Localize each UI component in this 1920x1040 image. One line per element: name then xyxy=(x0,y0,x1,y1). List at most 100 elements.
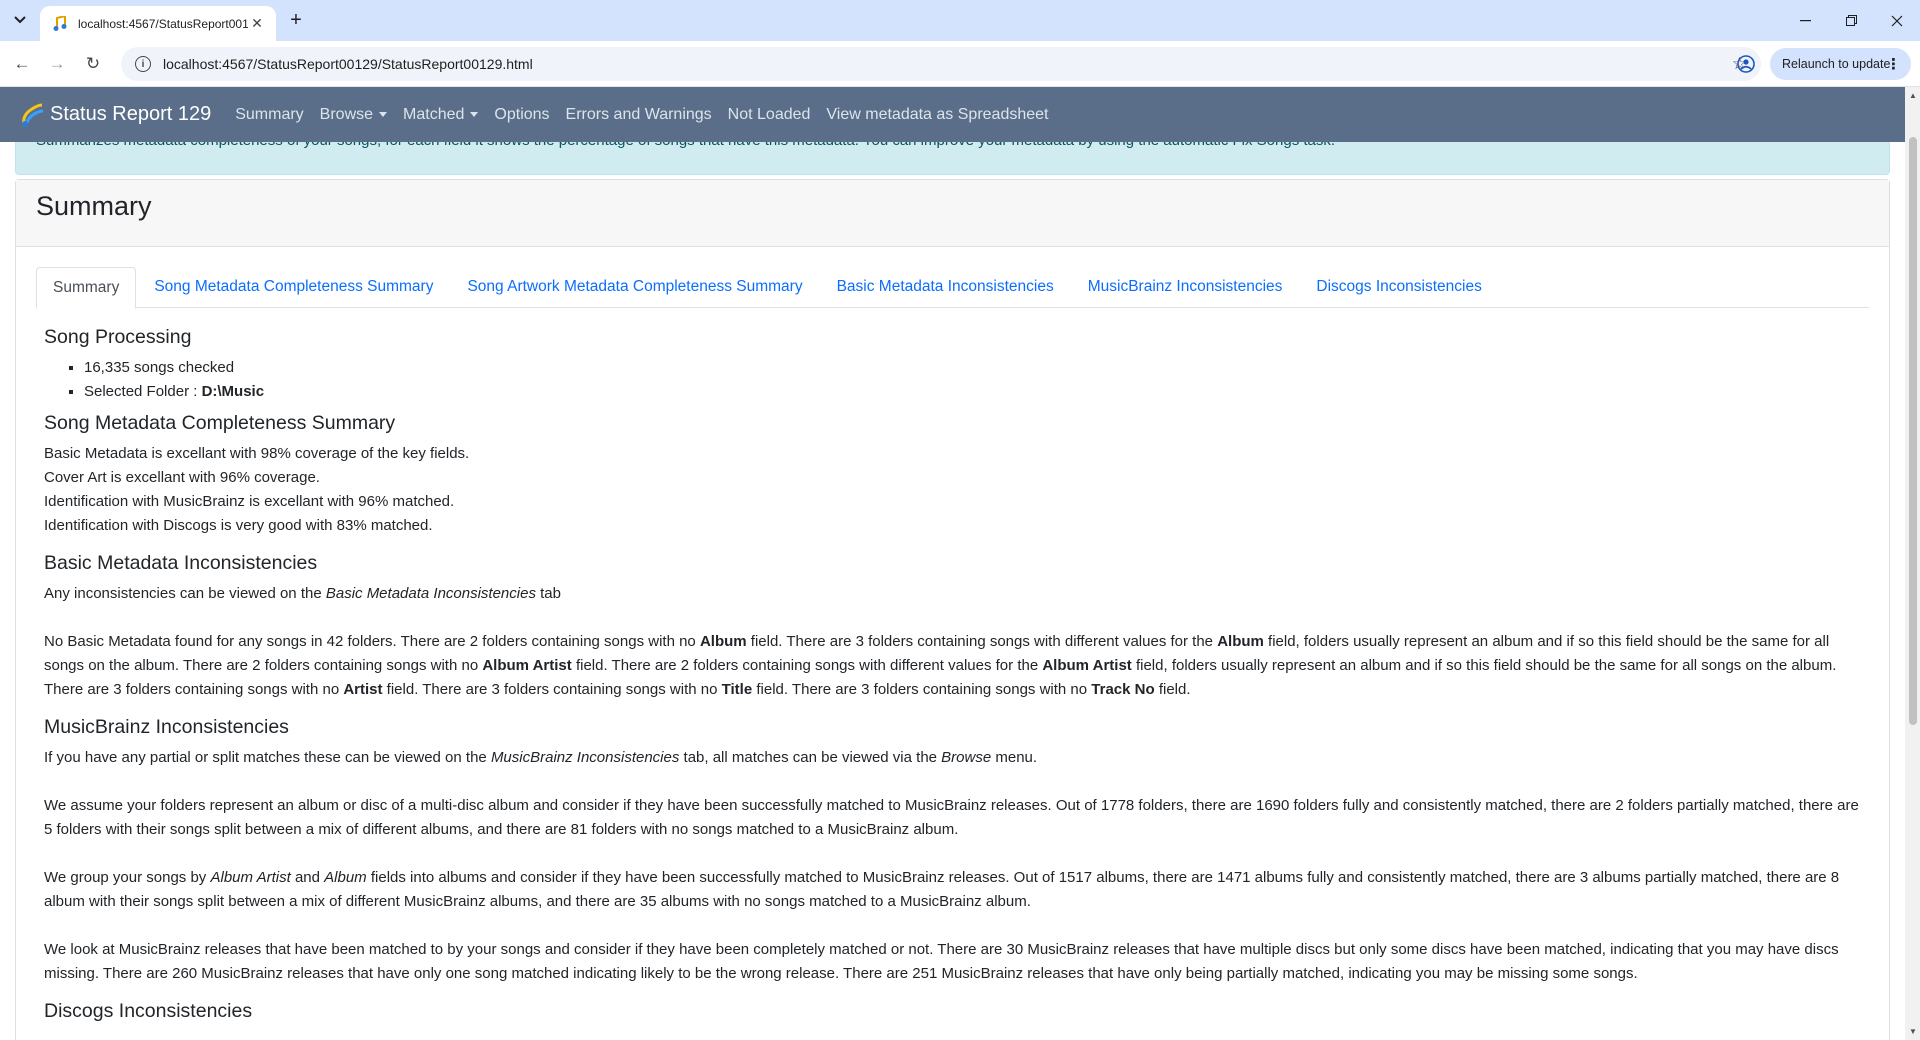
section-heading-discogs: Discogs Inconsistencies xyxy=(44,1000,253,1022)
musicbrainz-intro: If you have any partial or split matches… xyxy=(44,746,1861,770)
text: field. There are 3 folders containing so… xyxy=(746,633,1218,650)
completeness-line: Basic Metadata is excellant with 98% cov… xyxy=(44,445,470,462)
more-vert-icon[interactable]: ⋮ xyxy=(1886,55,1901,73)
folder-label: Selected Folder : xyxy=(84,383,202,400)
minimize-icon xyxy=(1799,19,1811,21)
caret-down-icon xyxy=(470,112,479,117)
browser-tab[interactable]: localhost:4567/StatusReport00129/StatusR… xyxy=(40,6,276,41)
page-title: Summary xyxy=(36,191,152,221)
emphasis: Browse xyxy=(941,749,992,766)
section-heading-completeness: Song Metadata Completeness Summary xyxy=(44,412,396,434)
tab-song-metadata-completeness[interactable]: Song Metadata Completeness Summary xyxy=(138,267,449,308)
chevron-down-icon xyxy=(14,16,26,24)
completeness-line: Identification with MusicBrainz is excel… xyxy=(44,493,455,510)
profile-button[interactable] xyxy=(1733,51,1759,77)
nav-view-spreadsheet[interactable]: View metadata as Spreadsheet xyxy=(826,106,1048,124)
restore-icon xyxy=(1845,15,1857,26)
tab-title: localhost:4567/StatusReport00129/StatusR… xyxy=(78,16,248,31)
emphasis: MusicBrainz Inconsistencies xyxy=(490,749,680,766)
musicbrainz-folders: We assume your folders represent an albu… xyxy=(44,797,1859,838)
card-body: Summary Song Metadata Completeness Summa… xyxy=(16,247,1889,1040)
text: Any inconsistencies can be viewed on the xyxy=(44,585,326,602)
page-scrollbar[interactable]: ▲ ▼ xyxy=(1905,87,1920,1040)
list-item: Selected Folder : D:\Music xyxy=(84,380,1861,404)
section-heading-musicbrainz: MusicBrainz Inconsistencies xyxy=(44,716,289,738)
plus-icon: + xyxy=(290,8,302,31)
nav-browse[interactable]: Browse xyxy=(319,105,388,124)
nav-matched[interactable]: Matched xyxy=(403,105,479,124)
field-name: Title xyxy=(721,681,753,698)
tab-song-artwork-completeness[interactable]: Song Artwork Metadata Completeness Summa… xyxy=(451,267,818,308)
text: No Basic Metadata found for any songs in… xyxy=(44,633,700,650)
tab-musicbrainz-inconsistencies[interactable]: MusicBrainz Inconsistencies xyxy=(1072,267,1299,308)
summary-card: Summary Summary Song Metadata Completene… xyxy=(15,179,1890,1040)
musicbrainz-releases: We look at MusicBrainz releases that hav… xyxy=(44,941,1839,982)
back-button[interactable]: ← xyxy=(8,50,36,78)
scroll-down-icon[interactable]: ▼ xyxy=(1909,1027,1917,1036)
music-note-icon xyxy=(52,15,68,32)
arrow-left-icon: ← xyxy=(13,54,31,73)
songs-checked: 16,335 songs checked xyxy=(84,359,235,376)
card-header: Summary xyxy=(16,180,1889,247)
field-name: Artist xyxy=(343,681,383,698)
section-heading-basic-inconsistencies: Basic Metadata Inconsistencies xyxy=(44,552,318,574)
emphasis: Album xyxy=(324,869,367,886)
info-icon[interactable]: i xyxy=(135,56,151,72)
summary-content: Song Processing 16,335 songs checked Sel… xyxy=(36,308,1869,1024)
close-icon[interactable]: ✕ xyxy=(248,15,266,33)
completeness-lines: Basic Metadata is excellant with 98% cov… xyxy=(44,442,1861,538)
text: If you have any partial or split matches… xyxy=(44,749,491,766)
nav-browse-label: Browse xyxy=(319,105,374,123)
profile-icon xyxy=(1737,55,1755,73)
scroll-up-icon[interactable]: ▲ xyxy=(1909,91,1917,100)
scroll-thumb[interactable] xyxy=(1909,137,1917,725)
text: and xyxy=(290,869,325,886)
field-name: Album xyxy=(699,633,747,650)
basic-details: No Basic Metadata found for any songs in… xyxy=(44,630,1861,702)
song-processing-list: 16,335 songs checked Selected Folder : D… xyxy=(84,356,1861,404)
navbar-brand[interactable]: Status Report 129 xyxy=(18,101,211,129)
close-icon xyxy=(1891,15,1903,26)
relaunch-label: Relaunch to update xyxy=(1782,57,1891,71)
completeness-line: Identification with Discogs is very good… xyxy=(44,517,433,534)
app-navbar: Status Report 129 Summary Browse Matched… xyxy=(0,87,1905,142)
url-text[interactable]: localhost:4567/StatusReport00129/StatusR… xyxy=(163,56,1732,72)
restore-button[interactable] xyxy=(1828,0,1874,41)
app-logo-icon xyxy=(22,103,44,127)
tab-basic-metadata-inconsistencies[interactable]: Basic Metadata Inconsistencies xyxy=(821,267,1070,308)
new-tab-button[interactable]: + xyxy=(282,8,310,32)
text: We group your songs by xyxy=(44,869,211,886)
tab-search-button[interactable] xyxy=(8,8,32,32)
browser-toolbar: ← → ↻ i localhost:4567/StatusReport00129… xyxy=(0,41,1920,87)
section-heading-song-processing: Song Processing xyxy=(44,326,192,348)
nav-matched-label: Matched xyxy=(403,105,465,123)
close-window-button[interactable] xyxy=(1874,0,1920,41)
folder-value: D:\Music xyxy=(201,383,265,400)
page-viewport: Summarizes metadata completeness of your… xyxy=(0,87,1905,1040)
nav-summary[interactable]: Summary xyxy=(235,106,303,124)
emphasis: Basic Metadata Inconsistencies xyxy=(325,585,536,602)
emphasis: Album Artist xyxy=(210,869,291,886)
reload-icon: ↻ xyxy=(85,54,101,73)
text: tab xyxy=(535,585,561,602)
field-name: Track No xyxy=(1091,681,1155,698)
text: field. There are 3 folders containing so… xyxy=(752,681,1092,698)
nav-errors-warnings[interactable]: Errors and Warnings xyxy=(566,106,712,124)
address-bar[interactable]: i localhost:4567/StatusReport00129/Statu… xyxy=(121,47,1761,81)
relaunch-button[interactable]: Relaunch to update ⋮ xyxy=(1770,48,1911,80)
nav-not-loaded[interactable]: Not Loaded xyxy=(728,106,811,124)
text: field. There are 3 folders containing so… xyxy=(382,681,722,698)
field-name: Album Artist xyxy=(1042,657,1132,674)
tab-summary[interactable]: Summary xyxy=(36,267,137,309)
text: field. There are 2 folders containing so… xyxy=(571,657,1043,674)
musicbrainz-albums: We group your songs by Album Artist and … xyxy=(44,866,1861,914)
browser-tabstrip: localhost:4567/StatusReport00129/StatusR… xyxy=(0,0,1920,41)
forward-button[interactable]: → xyxy=(43,50,71,78)
tab-discogs-inconsistencies[interactable]: Discogs Inconsistencies xyxy=(1300,267,1497,308)
text: menu. xyxy=(991,749,1038,766)
text: tab, all matches can be viewed via the xyxy=(679,749,942,766)
nav-options[interactable]: Options xyxy=(494,106,549,124)
brand-text: Status Report 129 xyxy=(50,103,212,125)
minimize-button[interactable] xyxy=(1782,0,1828,41)
reload-button[interactable]: ↻ xyxy=(79,50,107,78)
